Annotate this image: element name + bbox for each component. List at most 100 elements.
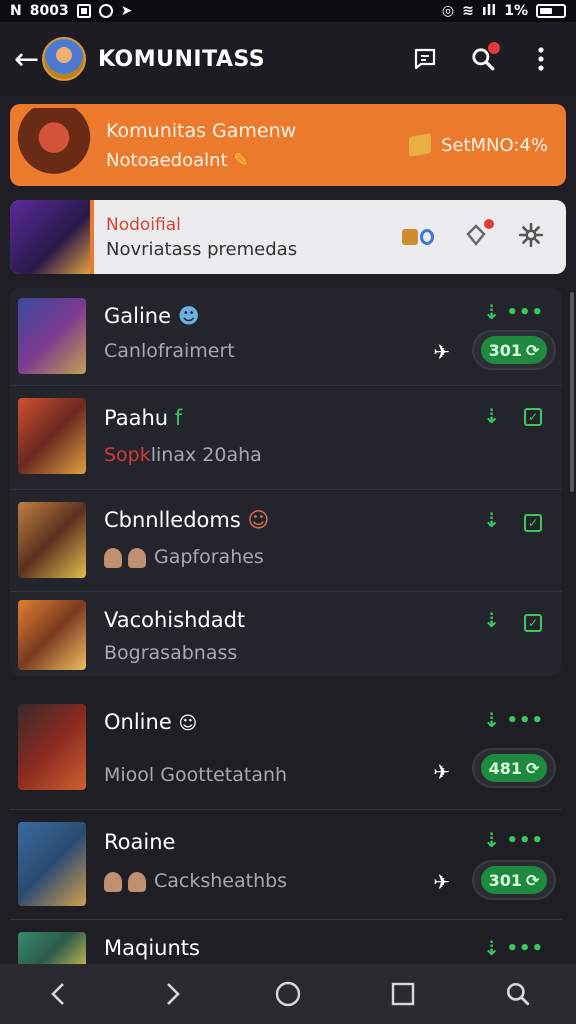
- member-avatar: [104, 871, 122, 892]
- more-horiz-icon[interactable]: •••: [506, 938, 544, 959]
- download-icon[interactable]: ⇣: [483, 936, 500, 960]
- download-icon[interactable]: ⇣: [483, 608, 500, 632]
- list-item[interactable]: Maqiunts ⇣ •••: [10, 920, 562, 972]
- nav-back-button[interactable]: [38, 974, 78, 1014]
- item-thumbnail: [18, 298, 86, 374]
- more-horiz-icon[interactable]: •••: [506, 710, 544, 731]
- like-icon[interactable]: ✈: [433, 870, 450, 894]
- featured-community-card[interactable]: Komunitas Gamenw Notoaedoalnt ✎ SetMNO:4…: [10, 104, 566, 186]
- item-title-text: Online: [104, 710, 172, 734]
- like-icon[interactable]: ✈: [433, 340, 450, 364]
- refresh-icon: ⟳: [526, 340, 540, 360]
- item-subtitle-highlight: Sopk: [104, 444, 151, 466]
- nav-forward-button[interactable]: [153, 974, 193, 1014]
- app-bar: ← KOMUNITASS: [0, 22, 576, 96]
- battery-icon: [536, 4, 566, 18]
- featured-text: Komunitas Gamenw Notoaedoalnt ✎: [94, 120, 409, 171]
- item-thumbnail: [18, 600, 86, 670]
- item-subtitle-rest: linax 20aha: [150, 444, 262, 466]
- notification-n-icon: N: [10, 3, 22, 19]
- wifi-icon: ≋: [462, 3, 474, 19]
- signal-icon: ıll: [481, 3, 497, 19]
- item-subtitle-text: Gapforahes: [154, 546, 264, 568]
- item-title-badge: f: [174, 406, 183, 430]
- nav-recents-button[interactable]: [383, 974, 423, 1014]
- item-title-text: Galine: [104, 304, 172, 328]
- item-subtitle: Gapforahes: [104, 546, 264, 568]
- item-title-text: Cbnnlledoms: [104, 508, 241, 532]
- alarm-icon: ◎: [441, 3, 455, 19]
- app-actions: [410, 42, 556, 74]
- status-time: 8003: [29, 3, 69, 19]
- featured-thumbnail: [14, 108, 94, 182]
- pill-inner: 301 ⟳: [480, 866, 548, 894]
- box-icon: [408, 133, 431, 157]
- item-title: Maqiunts: [104, 936, 200, 960]
- pill-count: 481: [488, 758, 522, 778]
- item-title: Cbnnlledoms ☺: [104, 508, 269, 532]
- download-icon[interactable]: ⇣: [483, 300, 500, 324]
- chevron-right-icon: [166, 983, 180, 1005]
- item-title: Roaine: [104, 830, 176, 854]
- list-item[interactable]: Cbnnlledoms ☺ Gapforahes ⇣ ✓: [10, 490, 562, 592]
- download-icon[interactable]: ⇣: [483, 828, 500, 852]
- sync-icon: [98, 4, 113, 18]
- list-item[interactable]: Vacohishdadt Bograsabnass ⇣ ✓: [10, 592, 562, 676]
- more-horiz-icon[interactable]: •••: [506, 302, 544, 323]
- gallery-icon: [76, 4, 91, 18]
- community-avatar[interactable]: [42, 37, 86, 81]
- item-title: Online ☺: [104, 710, 197, 734]
- nav-home-button[interactable]: [268, 974, 308, 1014]
- status-right: ◎ ≋ ıll 1%: [442, 3, 566, 19]
- like-icon[interactable]: ✈: [433, 760, 450, 784]
- item-subtitle-text: Cacksheathbs: [154, 870, 288, 892]
- square-icon: [391, 982, 415, 1006]
- member-avatar: [128, 547, 146, 568]
- download-icon[interactable]: ⇣: [483, 508, 500, 532]
- featured-stat: SetMNO:4%: [440, 134, 548, 156]
- back-arrow-icon[interactable]: ←: [14, 42, 39, 77]
- battery-percent: 1%: [504, 3, 528, 19]
- tag-icon: ✎: [233, 149, 249, 171]
- nav-search-button[interactable]: [498, 974, 538, 1014]
- join-pill-button[interactable]: 301 ⟳: [472, 860, 556, 900]
- notification-card[interactable]: Nodoifial Novriatass premedas: [10, 200, 566, 274]
- settings-icon[interactable]: [518, 222, 544, 252]
- community-list-group: Galine ☻ Canlofraimert ⇣ ••• ✈ 301 ⟳ Paa…: [10, 288, 562, 676]
- notification-actions: [402, 219, 566, 252]
- list-item[interactable]: Galine ☻ Canlofraimert ⇣ ••• ✈ 301 ⟳: [10, 288, 562, 386]
- chat-button[interactable]: [410, 44, 440, 74]
- join-pill-button[interactable]: 301 ⟳: [472, 330, 556, 370]
- mascot-icon: ☻: [177, 304, 200, 328]
- join-pill-button[interactable]: 481 ⟳: [472, 748, 556, 788]
- list-item[interactable]: Roaine Cacksheathbs ⇣ ••• ✈ 301 ⟳: [10, 810, 562, 920]
- diamond-icon[interactable]: [464, 219, 494, 251]
- chevron-left-icon: [50, 983, 64, 1005]
- item-subtitle: Bograsabnass: [104, 642, 238, 664]
- reward-icon[interactable]: [402, 229, 434, 245]
- chat-icon: [414, 48, 436, 70]
- status-left: N 8003 ➤: [10, 3, 132, 19]
- list-item[interactable]: Paahu f Sopklinax 20aha ⇣ ✓: [10, 386, 562, 490]
- item-title-text: Paahu: [104, 406, 169, 430]
- check-icon[interactable]: ✓: [524, 408, 542, 426]
- download-icon[interactable]: ⇣: [483, 708, 500, 732]
- community-list-group-2: Online ☺ Miool Goottetatanh ⇣ ••• ✈ 481 …: [10, 690, 562, 972]
- item-thumbnail: [18, 704, 86, 790]
- more-button[interactable]: [526, 44, 556, 74]
- emoji-icon: ☺: [178, 713, 198, 734]
- check-icon[interactable]: ✓: [524, 514, 542, 532]
- avatar-icon: ☺: [247, 508, 270, 532]
- check-icon[interactable]: ✓: [524, 614, 542, 632]
- download-icon[interactable]: ⇣: [483, 404, 500, 428]
- list-item[interactable]: Online ☺ Miool Goottetatanh ⇣ ••• ✈ 481 …: [10, 690, 562, 810]
- item-thumbnail: [18, 822, 86, 906]
- member-avatar: [104, 547, 122, 568]
- scrollbar[interactable]: [570, 292, 574, 492]
- featured-subtitle: Notoaedoalnt ✎: [106, 150, 409, 171]
- more-horiz-icon[interactable]: •••: [506, 830, 544, 851]
- search-button[interactable]: [468, 42, 500, 74]
- refresh-icon: ⟳: [526, 758, 540, 778]
- notification-title: Nodoifial: [106, 214, 181, 235]
- screen: N 8003 ➤ ◎ ≋ ıll 1% ← KOMUNITASS Komunit…: [0, 0, 576, 1024]
